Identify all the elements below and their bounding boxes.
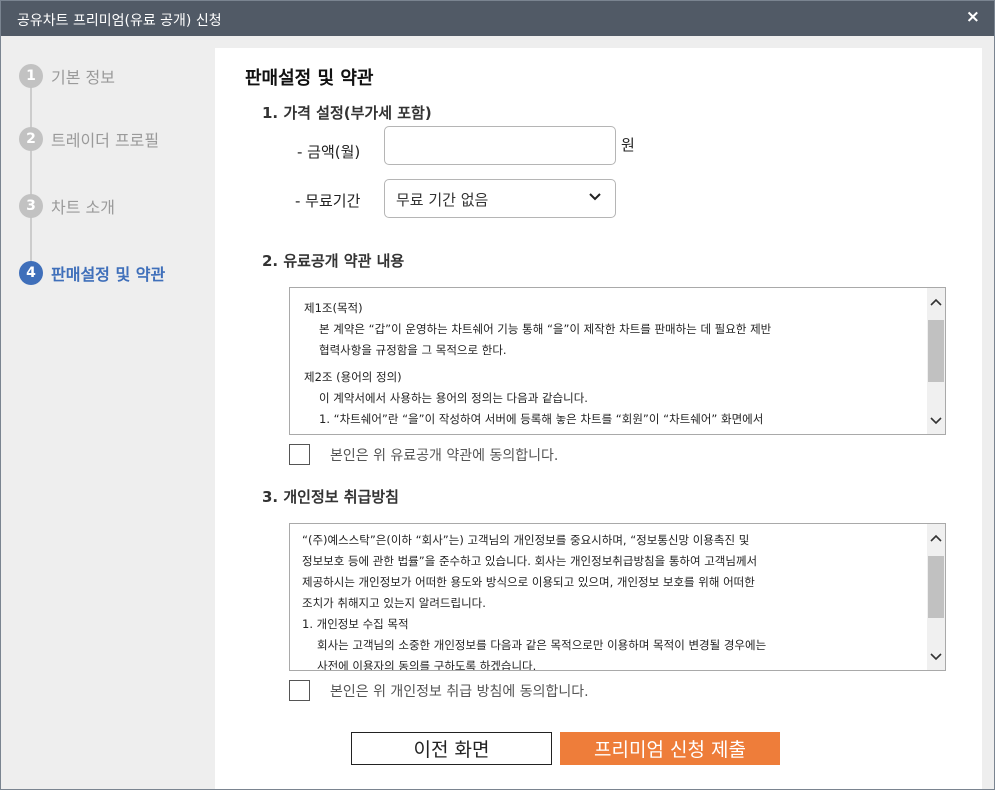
paid-terms-agree-label: 본인은 위 유료공개 약관에 동의합니다. xyxy=(330,447,559,464)
close-icon[interactable]: × xyxy=(966,7,980,27)
terms-scrollbar[interactable] xyxy=(927,288,945,434)
step-label: 판매설정 및 약관 xyxy=(51,265,166,284)
title-bar: 공유차트 프리미엄(유료 공개) 신청 × xyxy=(1,1,994,36)
step-label: 기본 정보 xyxy=(51,68,115,87)
privacy-agree-label: 본인은 위 개인정보 취급 방침에 동의합니다. xyxy=(330,683,589,700)
free-period-label: - 무료기간 xyxy=(295,192,361,210)
amount-input[interactable] xyxy=(384,126,616,165)
terms-line: 제2조 (용어의 정의) xyxy=(304,370,402,384)
terms-line: 본 계약은 “갑”이 운영하는 차트쉐어 기능 통해 “을”이 제작한 차트를 … xyxy=(319,322,772,336)
terms-line: 1. “차트쉐어”란 “을”이 작성하여 서버에 등록해 놓은 차트를 “회원”… xyxy=(319,412,764,426)
step-sidebar: 1 기본 정보 2 트레이더 프로필 3 차트 소개 4 판매설정 및 약관 xyxy=(1,36,215,789)
window-title: 공유차트 프리미엄(유료 공개) 신청 xyxy=(17,13,222,29)
terms-line: 협력사항을 규정함을 그 목적으로 한다. xyxy=(319,343,507,357)
chevron-down-icon[interactable] xyxy=(930,416,942,426)
privacy-line: 제공하시는 개인정보가 어떠한 용도와 방식으로 이용되고 있으며, 개인정보 … xyxy=(302,575,755,589)
privacy-line: 정보보호 등에 관한 법률”을 준수하고 있습니다. 회사는 개인정보취급방침을… xyxy=(302,554,758,568)
privacy-line: 1. 개인정보 수집 목적 xyxy=(302,617,409,631)
free-period-select[interactable]: 무료 기간 없음 xyxy=(384,179,616,218)
page-title: 판매설정 및 약관 xyxy=(245,68,374,89)
scroll-thumb[interactable] xyxy=(928,556,944,618)
step-sales-settings[interactable]: 4 판매설정 및 약관 xyxy=(19,261,165,285)
step-number: 4 xyxy=(19,261,43,285)
privacy-line: 회사는 고객님의 소중한 개인정보를 다음과 같은 목적으로만 이용하며 목적이… xyxy=(317,638,767,652)
privacy-heading: 3. 개인정보 취급방침 xyxy=(262,488,399,506)
terms-line: 이 계약서에서 사용하는 용어의 정의는 다음과 같습니다. xyxy=(319,391,588,405)
chevron-down-icon[interactable] xyxy=(930,652,942,662)
privacy-agree[interactable]: 본인은 위 개인정보 취급 방침에 동의합니다. xyxy=(289,680,589,701)
amount-label: - 금액(월) xyxy=(297,143,361,161)
paid-terms-agree-checkbox[interactable] xyxy=(289,444,310,465)
privacy-box[interactable]: “(주)예스스탁”은(이하 “회사”는) 고객님의 개인정보를 중요시하며, “… xyxy=(289,523,946,671)
chevron-up-icon[interactable] xyxy=(930,533,942,543)
main-content: 판매설정 및 약관 1. 가격 설정(부가세 포함) - 금액(월) 원 - 무… xyxy=(215,48,982,789)
privacy-line: 사전에 이용자의 동의를 구하도록 하겠습니다. xyxy=(317,659,537,671)
privacy-line: “(주)예스스탁”은(이하 “회사”는) 고객님의 개인정보를 중요시하며, “… xyxy=(302,533,750,547)
paid-terms-box[interactable]: 제1조(목적) 본 계약은 “갑”이 운영하는 차트쉐어 기능 통해 “을”이 … xyxy=(289,287,946,435)
step-trader-profile[interactable]: 2 트레이더 프로필 xyxy=(19,127,159,151)
paid-terms-text: 제1조(목적) 본 계약은 “갑”이 운영하는 차트쉐어 기능 통해 “을”이 … xyxy=(304,298,914,430)
previous-button[interactable]: 이전 화면 xyxy=(351,732,552,765)
step-label: 트레이더 프로필 xyxy=(51,131,160,150)
privacy-scrollbar[interactable] xyxy=(927,524,945,670)
paid-terms-agree[interactable]: 본인은 위 유료공개 약관에 동의합니다. xyxy=(289,444,558,465)
step-number: 1 xyxy=(19,64,43,88)
chevron-down-icon xyxy=(589,193,601,201)
step-number: 2 xyxy=(19,127,43,151)
privacy-line: 조치가 취해지고 있는지 알려드립니다. xyxy=(302,596,486,610)
terms-line: 제1조(목적) xyxy=(304,301,363,315)
privacy-agree-checkbox[interactable] xyxy=(289,680,310,701)
price-section-heading: 1. 가격 설정(부가세 포함) xyxy=(262,104,432,122)
scroll-thumb[interactable] xyxy=(928,320,944,382)
step-chart-intro[interactable]: 3 차트 소개 xyxy=(19,194,115,218)
free-period-selected-value: 무료 기간 없음 xyxy=(396,191,489,209)
step-number: 3 xyxy=(19,194,43,218)
step-basic-info[interactable]: 1 기본 정보 xyxy=(19,64,115,88)
privacy-text: “(주)예스스탁”은(이하 “회사”는) 고객님의 개인정보를 중요시하며, “… xyxy=(302,530,912,671)
amount-unit: 원 xyxy=(621,136,635,154)
chevron-up-icon[interactable] xyxy=(930,297,942,307)
dialog-window: 공유차트 프리미엄(유료 공개) 신청 × 1 기본 정보 2 트레이더 프로필… xyxy=(0,0,995,790)
step-connector-line xyxy=(30,76,32,271)
submit-premium-button[interactable]: 프리미엄 신청 제출 xyxy=(560,732,780,765)
paid-terms-heading: 2. 유료공개 약관 내용 xyxy=(262,252,405,270)
step-label: 차트 소개 xyxy=(51,198,115,217)
